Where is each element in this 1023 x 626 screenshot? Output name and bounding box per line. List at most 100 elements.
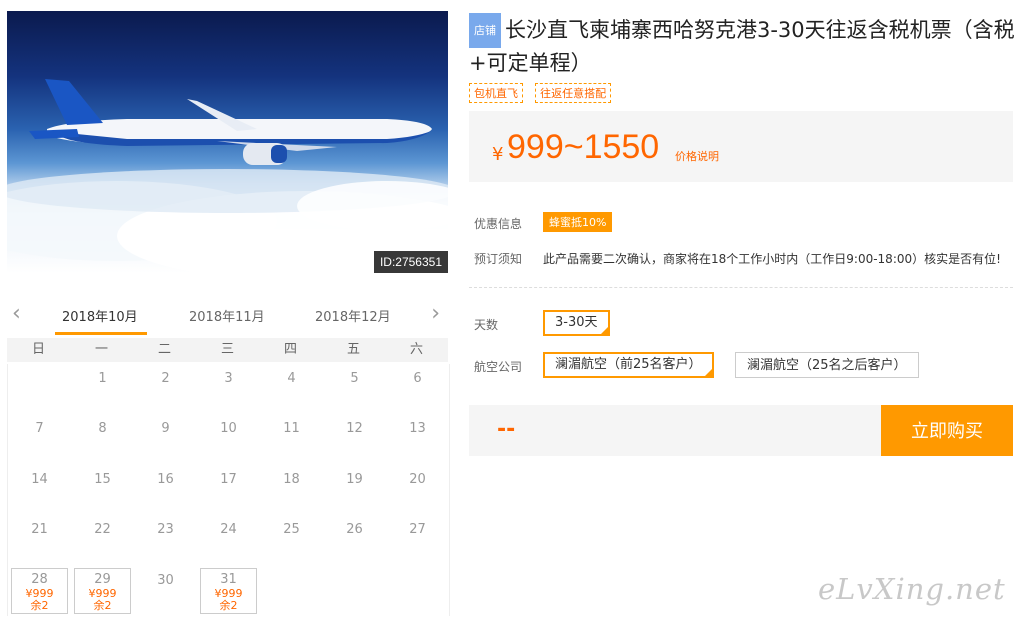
price-box: ¥ 999~1550 价格说明 — [469, 111, 1013, 182]
calendar-day-cell[interactable]: 28 ¥999 余2 — [11, 567, 68, 614]
calendar-day-cell: 13 — [386, 414, 449, 464]
calendar-day-number: 4 — [287, 371, 296, 386]
weekday-label: 六 — [409, 342, 423, 357]
calendar-day-number: 13 — [409, 421, 426, 437]
calendar-day-number: 30 — [157, 572, 174, 588]
calendar-day-remaining: 余2 — [219, 598, 238, 612]
calendar-day-number: 3 — [224, 371, 233, 386]
airline-option-after-25[interactable]: 澜湄航空（25名之后客户） — [735, 352, 919, 378]
calendar-day-number: 15 — [94, 471, 111, 487]
calendar-day-cell: 2 — [134, 364, 197, 414]
calendar-day-cell: 10 — [197, 414, 260, 464]
calendar-day-number: 21 — [31, 522, 48, 538]
notice-text: 此产品需要二次确认，商家将在18个工作小时内（工作日9:00-18:00）核实是… — [543, 252, 1001, 266]
calendar-day-cell: 21 — [8, 515, 71, 565]
calendar-day-price: ¥999 — [214, 586, 243, 600]
next-month-chevron-icon[interactable]: › — [431, 303, 440, 325]
promo-badge: 蜂蜜抵10% — [543, 212, 613, 232]
calendar-day-cell: 18 — [260, 465, 323, 515]
calendar-day-number: 27 — [409, 522, 426, 538]
calendar-day-cell: 25 — [260, 515, 323, 565]
calendar-empty-cell — [8, 364, 71, 414]
calendar-day-cell: 26 — [323, 515, 386, 565]
calendar-day-cell: 8 — [71, 414, 134, 464]
weekday-label: 日 — [31, 342, 45, 357]
calendar-day-number: 14 — [31, 471, 48, 487]
price-explanation-link[interactable]: 价格说明 — [675, 148, 719, 164]
calendar-day-cell[interactable]: 31 ¥999 余2 — [200, 567, 257, 614]
airline-option-first-25[interactable]: 澜湄航空（前25名客户） — [543, 352, 714, 378]
buy-now-button[interactable]: 立即购买 — [881, 405, 1013, 456]
calendar-month-nav: ‹ 2018年10月 2018年11月 2018年12月 › — [7, 300, 448, 336]
calendar-day-number: 20 — [409, 471, 426, 487]
days-label: 天数 — [474, 318, 499, 332]
calendar-day-cell: 19 — [323, 465, 386, 515]
prev-month-chevron-icon[interactable]: ‹ — [12, 303, 21, 325]
promo-label: 优惠信息 — [474, 217, 523, 231]
currency-symbol: ¥ — [492, 144, 504, 165]
calendar-day-number: 18 — [283, 471, 300, 487]
weekday-label: 二 — [157, 342, 171, 357]
calendar-day-number: 5 — [350, 371, 359, 386]
product-photo: ID:2756351 — [7, 11, 448, 273]
calendar-day-price: ¥999 — [88, 586, 117, 600]
calendar-day-cell: 12 — [323, 414, 386, 464]
calendar-day-number: 9 — [161, 421, 170, 437]
calendar-day-cell: 27 — [386, 515, 449, 565]
calendar-day-cell: 1 — [71, 364, 134, 414]
shop-badge[interactable]: 店铺 — [469, 13, 501, 48]
calendar-day-number: 19 — [346, 471, 363, 487]
calendar-day-cell: 16 — [134, 465, 197, 515]
photo-id-label: ID:2756351 — [373, 251, 448, 273]
tag-charter-direct: 包机直飞 — [469, 83, 523, 103]
calendar-day-number: 1 — [98, 371, 107, 386]
calendar-day-number: 17 — [220, 471, 237, 487]
tab-month-nov[interactable]: 2018年11月 — [189, 306, 265, 325]
calendar-day-cell: 24 — [197, 515, 260, 565]
product-title-text: 长沙直飞柬埔寨西哈努克港3-30天往返含税机票（含税+可定单程） — [469, 18, 1015, 75]
calendar-weekdays: 日 一 二 三 四 五 六 — [7, 338, 448, 362]
calendar-day-cell: 3 — [197, 364, 260, 414]
calendar-day-cell[interactable]: 29 ¥999 余2 — [74, 567, 131, 614]
tab-month-oct[interactable]: 2018年10月 — [62, 306, 138, 325]
calendar-day-remaining: 余2 — [30, 598, 49, 612]
calendar-day-cell: 6 — [386, 364, 449, 414]
divider — [469, 287, 1013, 288]
calendar-day-cell: 20 — [386, 465, 449, 515]
calendar-day-number: 11 — [283, 421, 300, 437]
calendar-day-number: 10 — [220, 421, 237, 437]
product-title-block: 店铺 长沙直飞柬埔寨西哈努克港3-30天往返含税机票（含税+可定单程） — [469, 13, 1017, 79]
weekday-label: 四 — [283, 342, 297, 357]
calendar-day-cell: 22 — [71, 515, 134, 565]
purchase-bar: -- — [469, 405, 881, 456]
calendar-day-remaining: 余2 — [93, 598, 112, 612]
calendar-day-number: 24 — [220, 522, 237, 538]
tab-month-dec[interactable]: 2018年12月 — [315, 306, 391, 325]
calendar-day-number: 22 — [94, 522, 111, 538]
calendar-day-cell: 9 — [134, 414, 197, 464]
product-title: 店铺 长沙直飞柬埔寨西哈努克港3-30天往返含税机票（含税+可定单程） — [469, 13, 1017, 79]
calendar-day-cell: 11 — [260, 414, 323, 464]
calendar-day-number: 28 — [31, 571, 48, 587]
calendar-day-number: 8 — [98, 421, 107, 437]
calendar-day-number: 7 — [35, 421, 44, 437]
calendar-day-number: 12 — [346, 421, 363, 437]
notice-label: 预订须知 — [474, 252, 523, 266]
calendar-day-number: 16 — [157, 471, 174, 487]
calendar-day-cell: 15 — [71, 465, 134, 515]
days-option-3-30[interactable]: 3-30天 — [543, 310, 610, 336]
calendar-day-grid: 1 2 3 4 5 6 7 8 9 10 11 12 13 14 15 16 17 18 19 20 21 22 23 24 2… — [7, 364, 450, 616]
airline-label: 航空公司 — [474, 360, 523, 374]
calendar-day-cell: 4 — [260, 364, 323, 414]
tag-round-trip-any: 往返任意搭配 — [535, 83, 612, 103]
weekday-label: 一 — [94, 342, 108, 357]
calendar-day-number: 6 — [413, 371, 422, 386]
calendar-day-number: 29 — [94, 571, 111, 587]
price-range: 999~1550 — [507, 128, 660, 166]
calendar-day-cell: 14 — [8, 465, 71, 515]
calendar-day-number: 23 — [157, 522, 174, 538]
calendar-day-number: 31 — [220, 571, 237, 587]
calendar-day-cell: 5 — [323, 364, 386, 414]
active-month-underline — [55, 332, 147, 335]
calendar-day-number: 25 — [283, 522, 300, 538]
